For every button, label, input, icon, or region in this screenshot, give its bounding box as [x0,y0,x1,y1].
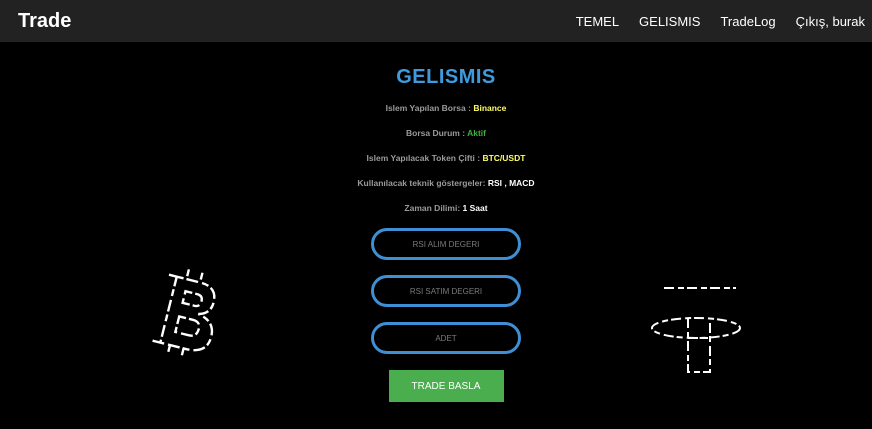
info-indicators: Kullanılacak teknik göstergeler: RSI , M… [357,177,534,189]
tether-logo-icon [651,287,741,373]
navbar: Trade TEMEL GELISMIS TradeLog Çıkış, bur… [0,0,872,42]
nav-link-gelismis[interactable]: GELISMIS [639,14,700,29]
bitcoin-logo-icon [152,269,216,359]
info-exchange: Islem Yapılan Borsa : Binance [386,102,507,114]
start-trade-button[interactable]: TRADE BASLA [388,370,504,402]
info-status-label: Borsa Durum : [406,128,468,138]
info-token-pair: Islem Yapılacak Token Çifti : BTC/USDT [367,152,526,164]
nav-link-logout[interactable]: Çıkış, burak [796,14,865,29]
info-timeframe-value: 1 Saat [462,203,488,213]
info-exchange-label: Islem Yapılan Borsa : [385,103,474,113]
rsi-buy-input[interactable] [371,228,521,260]
info-exchange-status: Borsa Durum : Aktif [406,127,486,139]
info-indicators-value: RSI , MACD [487,178,535,188]
nav-link-temel[interactable]: TEMEL [576,14,619,29]
info-pair-value: BTC/USDT [482,153,526,163]
info-indicators-label: Kullanılacak teknik göstergeler: [357,178,488,188]
info-timeframe-label: Zaman Dilimi: [404,203,463,213]
rsi-sell-input[interactable] [371,275,521,307]
main-panel: GELISMIS Islem Yapılan Borsa : Binance B… [296,42,596,402]
amount-input[interactable] [371,322,521,354]
brand-title[interactable]: Trade [18,10,71,33]
info-pair-label: Islem Yapılacak Token Çifti : [366,153,483,163]
info-timeframe: Zaman Dilimi: 1 Saat [404,202,487,214]
info-exchange-value: Binance [473,103,507,113]
page-title: GELISMIS [396,66,496,88]
info-status-value: Aktif [467,128,486,138]
nav-links: TEMEL GELISMIS TradeLog Çıkış, burak [576,14,865,29]
nav-link-tradelog[interactable]: TradeLog [720,14,775,29]
